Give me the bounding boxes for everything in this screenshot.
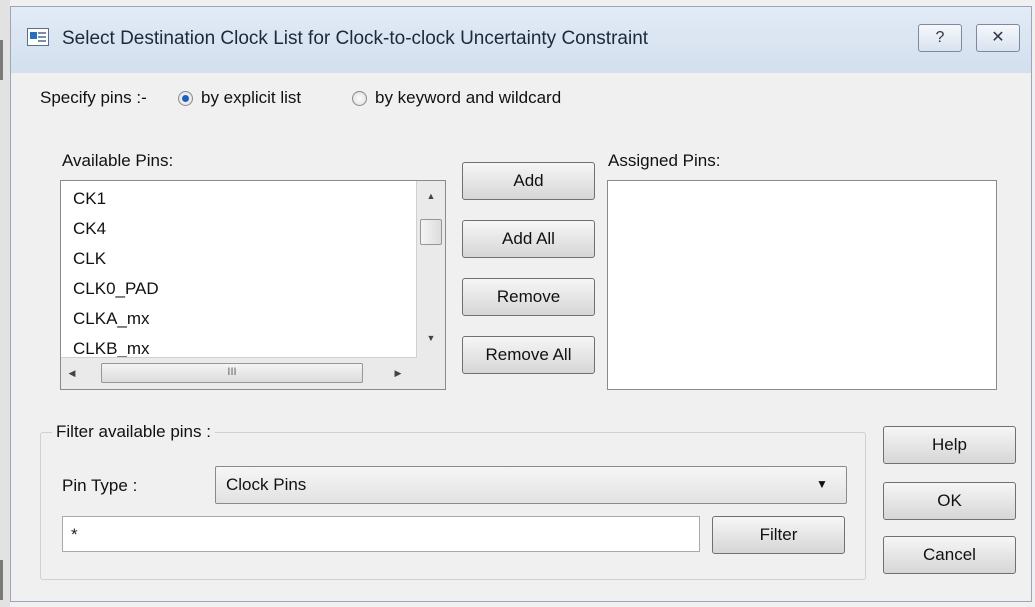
available-pins-label: Available Pins: — [62, 151, 174, 170]
radio-explicit-list[interactable] — [178, 91, 193, 106]
scroll-corner — [417, 357, 445, 389]
close-icon[interactable]: ✕ — [976, 24, 1020, 52]
vertical-scrollbar[interactable]: ▲ ▼ — [416, 181, 445, 357]
scroll-right-icon[interactable]: ▶ — [391, 368, 405, 379]
filter-pattern-value: * — [71, 525, 78, 544]
scroll-down-icon[interactable]: ▼ — [417, 333, 445, 343]
specify-pins-label: Specify pins :- — [40, 88, 147, 107]
pin-type-value: Clock Pins — [226, 475, 307, 494]
assigned-pins-label: Assigned Pins: — [608, 151, 721, 170]
available-pins-list[interactable]: CK1 CK4 CLK CLK0_PAD CLKA_mx CLKB_mx ▲ ▼… — [60, 180, 446, 390]
background-edge — [0, 0, 10, 607]
filter-group-label: Filter available pins : — [52, 422, 215, 442]
list-item[interactable]: CK1 — [73, 189, 106, 209]
chevron-down-icon: ▼ — [816, 477, 828, 491]
scroll-up-icon[interactable]: ▲ — [417, 191, 445, 201]
list-item[interactable]: CLK — [73, 249, 106, 269]
horizontal-scrollbar[interactable]: ◀ III ▶ — [61, 357, 417, 389]
list-item[interactable]: CLKA_mx — [73, 309, 150, 329]
grip-icon: III — [227, 366, 237, 378]
horizontal-scroll-thumb[interactable]: III — [101, 363, 363, 383]
radio-keyword-wildcard[interactable] — [352, 91, 367, 106]
assigned-pins-list[interactable] — [607, 180, 997, 390]
pin-type-label: Pin Type : — [62, 476, 138, 495]
help-button[interactable]: Help — [883, 426, 1016, 464]
help-caption-button[interactable]: ? — [918, 24, 962, 52]
window-title: Select Destination Clock List for Clock-… — [62, 28, 649, 49]
radio-explicit-list-label[interactable]: by explicit list — [201, 88, 301, 108]
ok-button[interactable]: OK — [883, 482, 1016, 520]
filter-group — [40, 432, 866, 580]
list-item[interactable]: CLK0_PAD — [73, 279, 159, 299]
list-item[interactable]: CLKB_mx — [73, 339, 150, 359]
filter-button[interactable]: Filter — [712, 516, 845, 554]
radio-keyword-wildcard-label[interactable]: by keyword and wildcard — [375, 88, 561, 108]
add-button[interactable]: Add — [462, 162, 595, 200]
list-item[interactable]: CK4 — [73, 219, 106, 239]
vertical-scroll-thumb[interactable] — [420, 219, 442, 245]
pin-type-select[interactable]: Clock Pins ▼ — [215, 466, 847, 504]
remove-button[interactable]: Remove — [462, 278, 595, 316]
cancel-button[interactable]: Cancel — [883, 536, 1016, 574]
filter-pattern-input[interactable]: * — [62, 516, 700, 552]
remove-all-button[interactable]: Remove All — [462, 336, 595, 374]
app-icon — [27, 28, 49, 46]
add-all-button[interactable]: Add All — [462, 220, 595, 258]
scroll-left-icon[interactable]: ◀ — [65, 368, 79, 379]
